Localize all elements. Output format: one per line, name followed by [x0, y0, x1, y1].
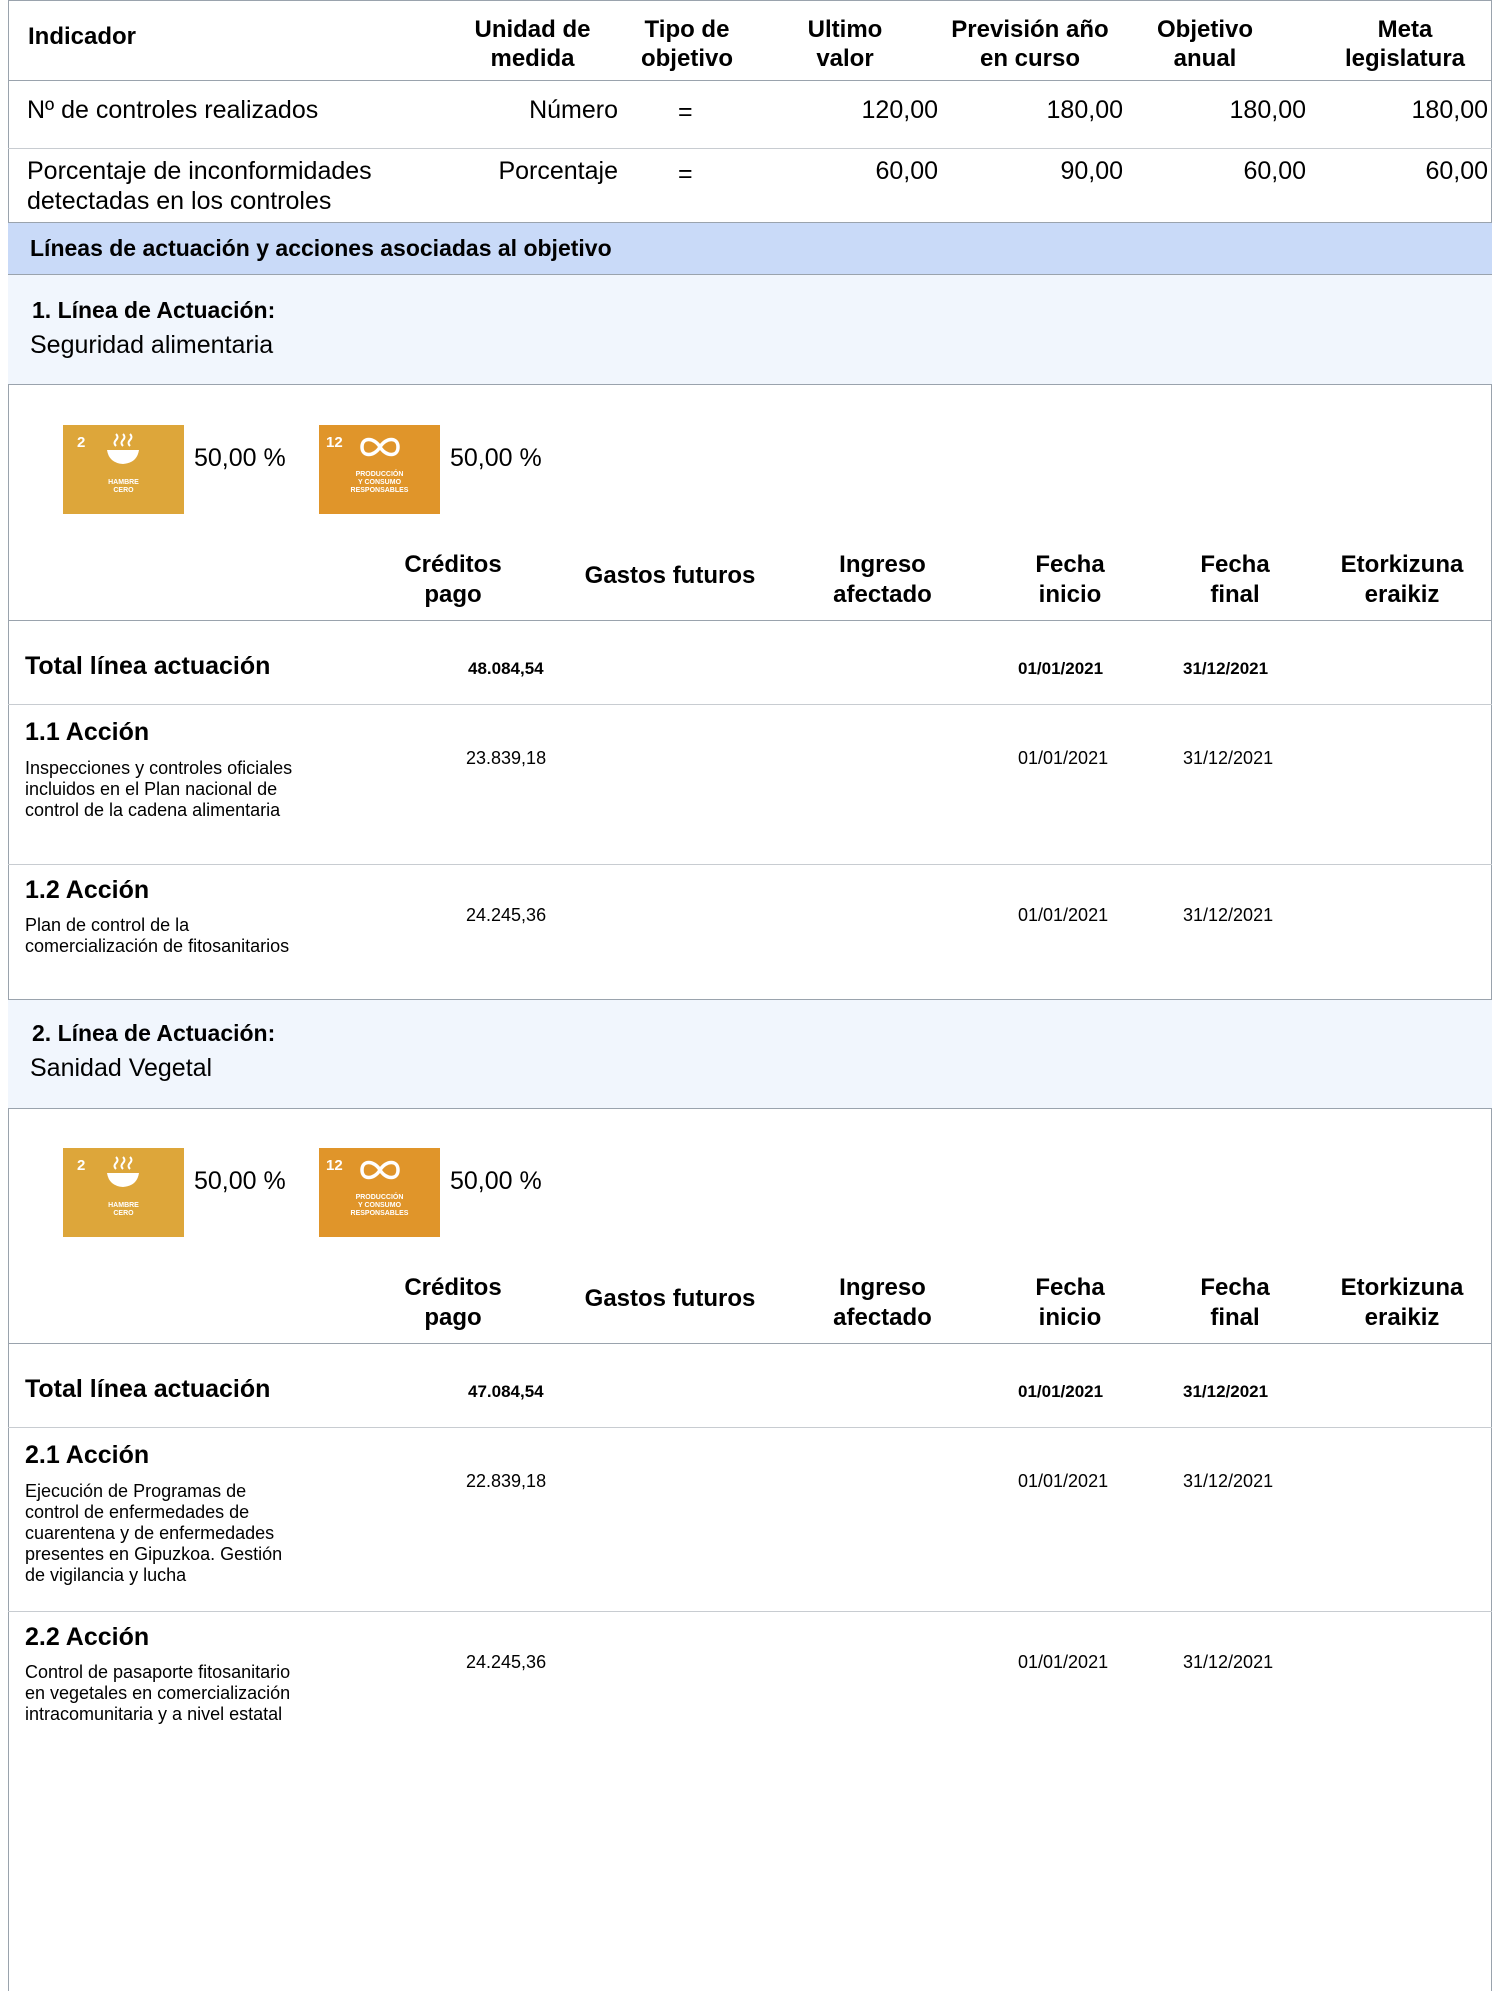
sdg12-icon: 12 PRODUCCIÓN Y CONSUMO RESPONSABLES: [319, 1148, 440, 1237]
header-ultimo: Ultimo valor: [807, 16, 883, 72]
total-label: Total línea actuación: [25, 652, 271, 680]
accion-end-date: 31/12/2021: [1183, 1652, 1274, 1672]
total-credits: 48.084,54: [468, 659, 544, 678]
total-end-date: 31/12/2021: [1183, 659, 1269, 678]
accion-end-date: 31/12/2021: [1183, 905, 1274, 925]
accion-credits: 23.839,18: [466, 748, 547, 768]
indicator-annual: 60,00: [1243, 157, 1306, 185]
sdg2-percent: 50,00 %: [194, 444, 286, 472]
header-prevision: Previsión año en curso: [951, 16, 1109, 72]
accion-credits: 24.245,36: [466, 905, 547, 925]
indicator-last: 120,00: [861, 96, 938, 124]
header-ingreso: Ingreso afectado: [833, 1274, 932, 1331]
linea-name: Seguridad alimentaria: [30, 331, 274, 359]
accion-credits: 24.245,36: [466, 1652, 547, 1672]
accion-description: Control de pasaporte fitosanitario en ve…: [25, 1662, 291, 1724]
sdg12-percent: 50,00 %: [450, 1167, 542, 1195]
linea-name: Sanidad Vegetal: [30, 1054, 213, 1082]
indicator-forecast: 180,00: [1046, 96, 1123, 124]
header-etorkizuna: Etorkizuna eraikiz: [1340, 1274, 1464, 1331]
header-objetivo: Objetivo anual: [1156, 16, 1253, 72]
accion-description: Inspecciones y controles oficiales inclu…: [25, 758, 293, 820]
fin-header-divider: [8, 620, 1492, 621]
table-top-border: [8, 0, 1492, 1]
indicator-forecast: 90,00: [1060, 157, 1123, 185]
sdg2-icon: 2 HAMBRE CERO: [63, 425, 184, 514]
header-gastos: Gastos futuros: [584, 1285, 756, 1312]
header-creditos: Créditos pago: [404, 1274, 502, 1331]
accion-title: 2.1 Acción: [25, 1441, 150, 1469]
indicator-unit: Porcentaje: [498, 157, 618, 185]
header-fecha-final: Fecha final: [1200, 551, 1270, 608]
indicator-type: =: [678, 98, 693, 126]
header-meta: Meta legislatura: [1344, 16, 1466, 72]
sdg2-icon: 2 HAMBRE CERO: [63, 1148, 184, 1237]
header-etorkizuna: Etorkizuna eraikiz: [1340, 551, 1464, 608]
row-divider: [8, 148, 1492, 149]
accion-title: 1.1 Acción: [25, 718, 150, 746]
header-indicador: Indicador: [28, 23, 137, 50]
accion-credits: 22.839,18: [466, 1471, 547, 1491]
accion-title: 2.2 Acción: [25, 1623, 150, 1651]
header-fecha-inicio: Fecha inicio: [1035, 551, 1105, 608]
sdg2-percent: 50,00 %: [194, 1167, 286, 1195]
infinity-icon: [360, 437, 400, 457]
row-divider: [8, 1611, 1492, 1612]
header-fecha-final: Fecha final: [1200, 1274, 1270, 1331]
header-divider: [8, 80, 1492, 81]
section-header: Líneas de actuación y acciones asociadas…: [8, 222, 1492, 275]
accion-start-date: 01/01/2021: [1018, 1652, 1109, 1672]
infinity-icon: [360, 1160, 400, 1180]
accion-description: Plan de control de la comercialización d…: [25, 915, 290, 956]
row-divider: [8, 1427, 1492, 1428]
fin-header-divider: [8, 1343, 1492, 1344]
sdg12-percent: 50,00 %: [450, 444, 542, 472]
row-divider: [8, 864, 1492, 865]
bowl-icon: [107, 1156, 139, 1187]
indicator-unit: Número: [529, 96, 618, 124]
indicator-last: 60,00: [875, 157, 938, 185]
indicator-goal: 180,00: [1411, 96, 1488, 124]
total-start-date: 01/01/2021: [1018, 1382, 1104, 1401]
accion-start-date: 01/01/2021: [1018, 748, 1109, 768]
header-gastos: Gastos futuros: [584, 562, 756, 589]
linea-header-1: 1. Línea de Actuación: Seguridad aliment…: [8, 275, 1492, 385]
accion-description: Ejecución de Programas de control de enf…: [25, 1481, 283, 1585]
sdg12-icon: 12 PRODUCCIÓN Y CONSUMO RESPONSABLES: [319, 425, 440, 514]
section-title: Líneas de actuación y acciones asociadas…: [30, 235, 612, 261]
header-creditos: Créditos pago: [404, 551, 502, 608]
accion-end-date: 31/12/2021: [1183, 748, 1274, 768]
accion-title: 1.2 Acción: [25, 876, 150, 904]
indicator-type: =: [678, 160, 693, 188]
total-start-date: 01/01/2021: [1018, 659, 1104, 678]
linea-header-2: 2. Línea de Actuación: Sanidad Vegetal: [8, 999, 1492, 1109]
accion-start-date: 01/01/2021: [1018, 1471, 1109, 1491]
accion-end-date: 31/12/2021: [1183, 1471, 1274, 1491]
header-fecha-inicio: Fecha inicio: [1035, 1274, 1105, 1331]
row-divider: [8, 704, 1492, 705]
linea-title: 1. Línea de Actuación:: [32, 297, 276, 323]
header-tipo: Tipo de objetivo: [640, 16, 733, 72]
total-label: Total línea actuación: [25, 1375, 271, 1403]
accion-start-date: 01/01/2021: [1018, 905, 1109, 925]
indicator-name: Porcentaje de inconformidades detectadas…: [27, 157, 372, 215]
total-end-date: 31/12/2021: [1183, 1382, 1269, 1401]
total-credits: 47.084,54: [468, 1382, 544, 1401]
indicator-annual: 180,00: [1229, 96, 1306, 124]
linea-title: 2. Línea de Actuación:: [32, 1020, 276, 1046]
header-ingreso: Ingreso afectado: [833, 551, 932, 608]
header-unidad: Unidad de medida: [474, 16, 591, 72]
indicator-goal: 60,00: [1425, 157, 1488, 185]
bowl-icon: [107, 433, 139, 464]
indicator-name: Nº de controles realizados: [27, 96, 319, 124]
